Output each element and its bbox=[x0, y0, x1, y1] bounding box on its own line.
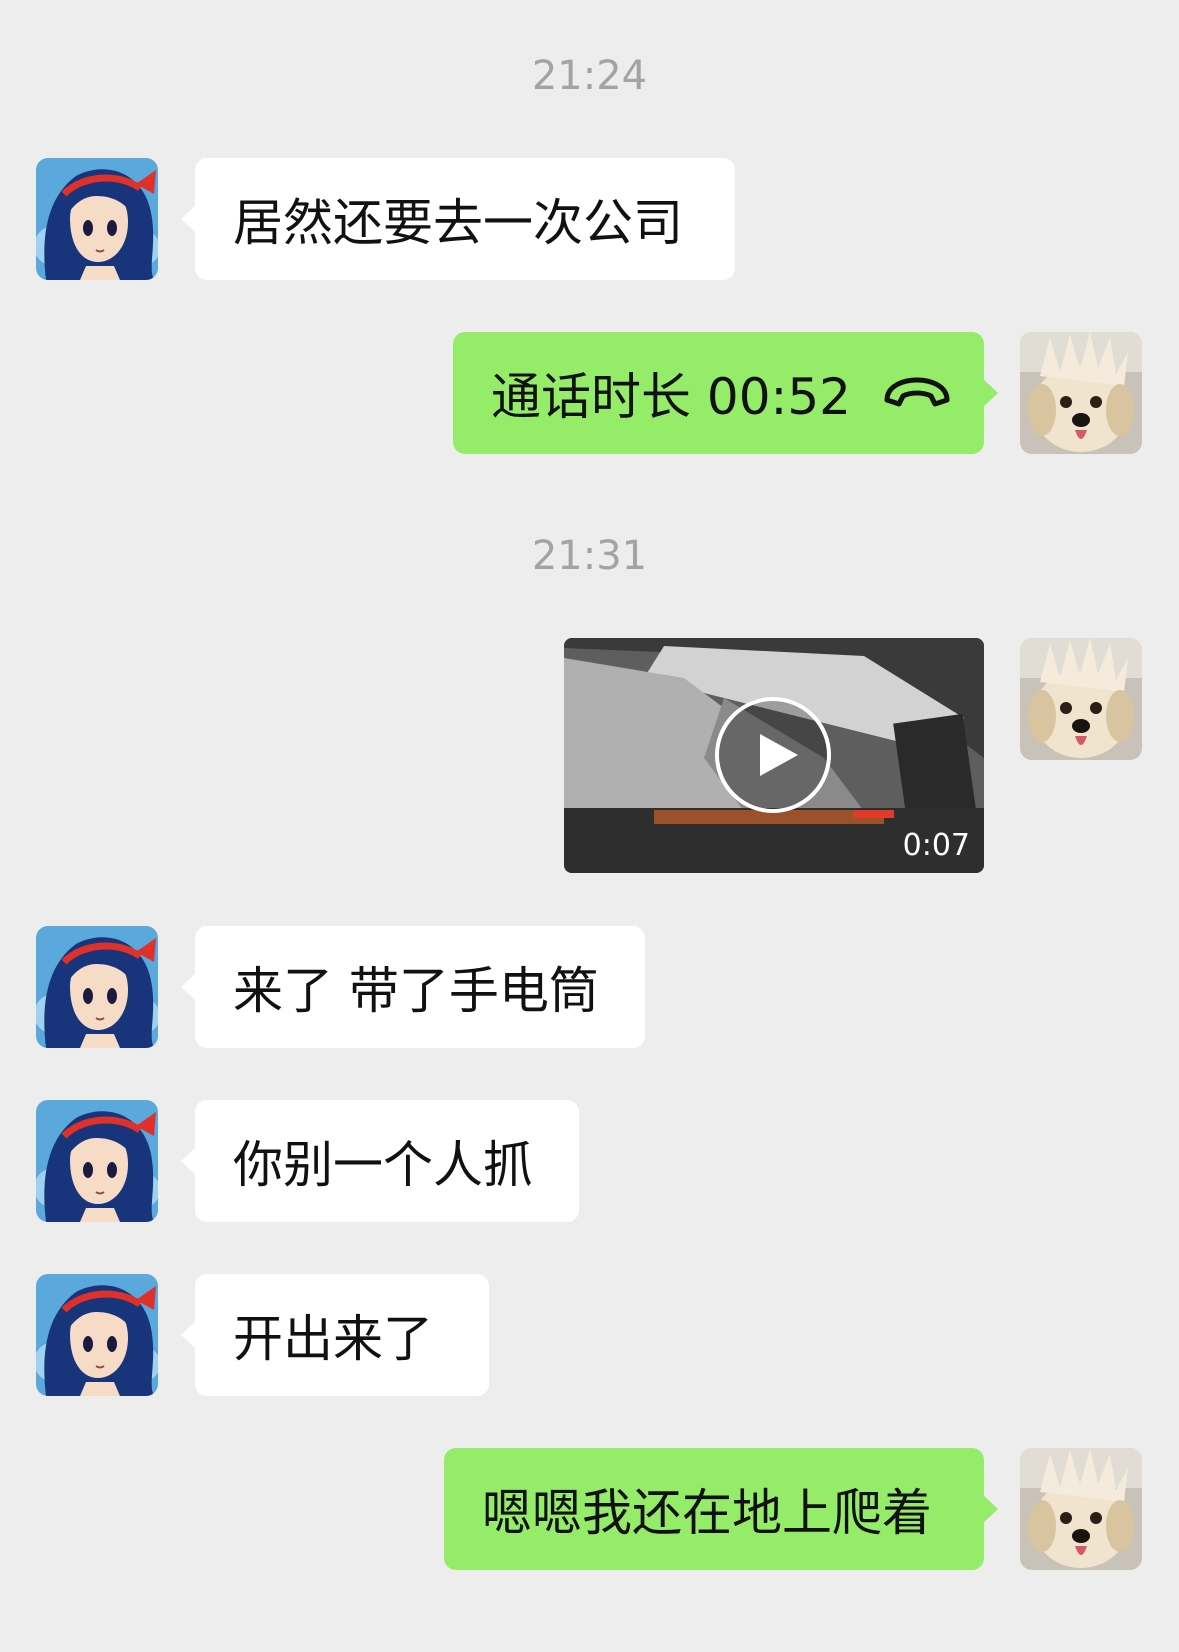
video-message[interactable]: 0:07 bbox=[564, 638, 984, 873]
contact-avatar[interactable] bbox=[36, 1274, 158, 1396]
my-avatar[interactable] bbox=[1020, 1448, 1142, 1570]
contact-avatar[interactable] bbox=[36, 158, 158, 280]
incoming-message[interactable]: 居然还要去一次公司 bbox=[181, 158, 735, 280]
message-text: 居然还要去一次公司 bbox=[233, 194, 683, 252]
message-text: 嗯嗯我还在地上爬着 bbox=[482, 1484, 932, 1542]
play-icon[interactable] bbox=[714, 696, 832, 814]
message-text: 来了 带了手电筒 bbox=[233, 962, 599, 1020]
incoming-message[interactable]: 来了 带了手电筒 bbox=[181, 926, 645, 1048]
timestamp: 21:31 bbox=[531, 533, 648, 579]
my-avatar[interactable] bbox=[1020, 638, 1142, 760]
incoming-message[interactable]: 你别一个人抓 bbox=[181, 1100, 579, 1222]
message-text: 你别一个人抓 bbox=[233, 1136, 533, 1194]
contact-avatar[interactable] bbox=[36, 1100, 158, 1222]
message-text: 开出来了 bbox=[233, 1310, 433, 1368]
video-duration: 0:07 bbox=[902, 828, 970, 863]
call-record-message[interactable]: 通话时长 00:52 bbox=[453, 332, 998, 454]
incoming-message[interactable]: 开出来了 bbox=[181, 1274, 489, 1396]
contact-avatar[interactable] bbox=[36, 926, 158, 1048]
call-duration-text: 通话时长 00:52 bbox=[491, 368, 851, 426]
timestamp: 21:24 bbox=[531, 53, 648, 99]
phone-hangup-icon bbox=[881, 364, 953, 422]
my-avatar[interactable] bbox=[1020, 332, 1142, 454]
outgoing-message[interactable]: 嗯嗯我还在地上爬着 bbox=[444, 1448, 998, 1570]
